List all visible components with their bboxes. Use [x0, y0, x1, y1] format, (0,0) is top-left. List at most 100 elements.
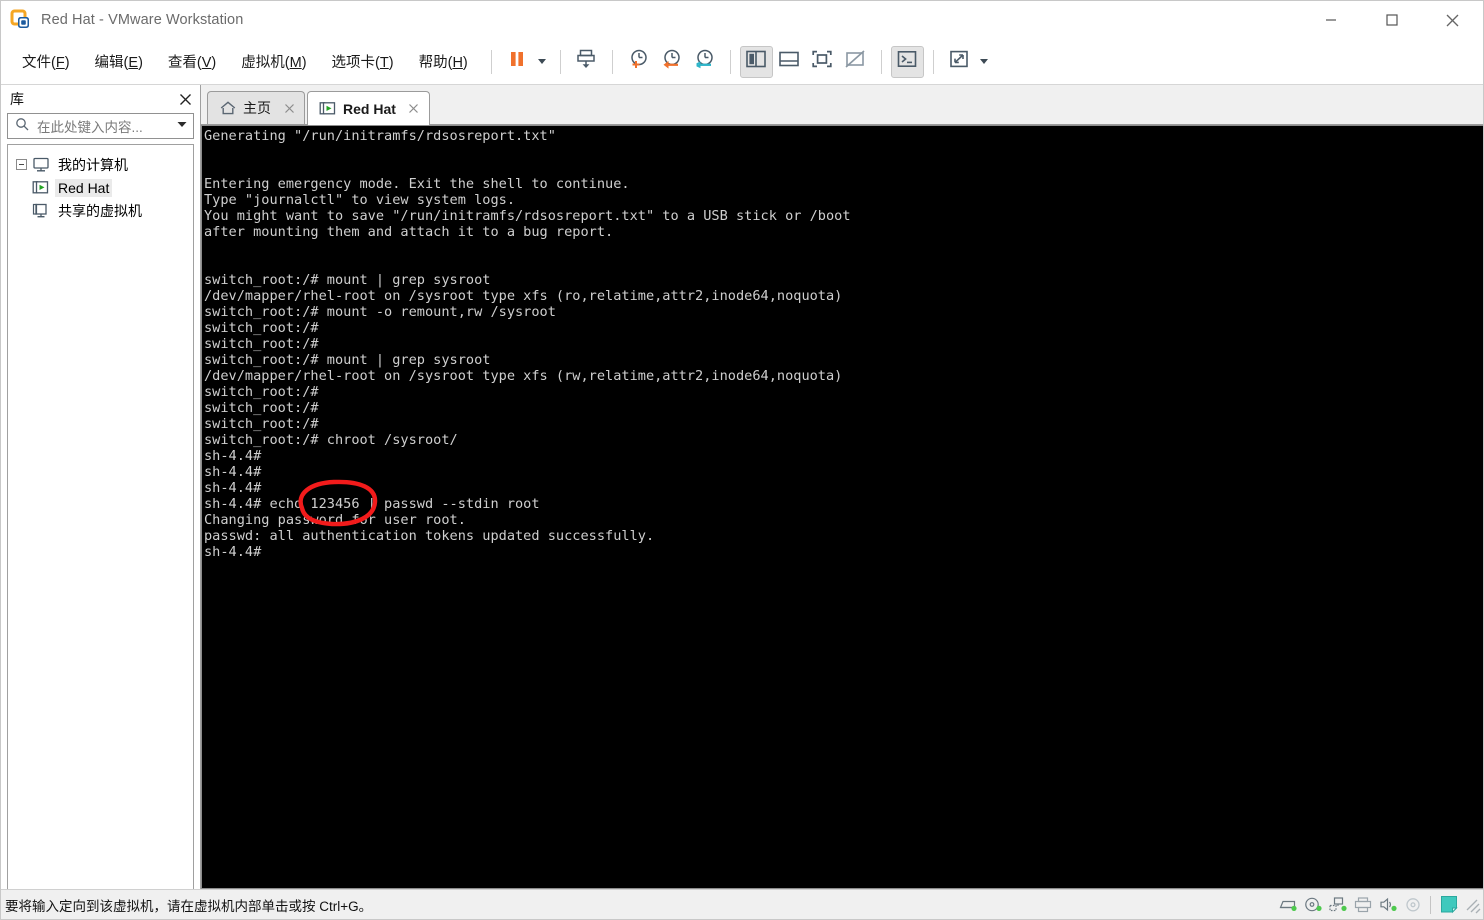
show-library-icon	[745, 49, 767, 74]
enter-fullscreen-icon	[948, 49, 970, 74]
tree-item-label: 共享的虚拟机	[58, 202, 142, 219]
home-icon	[219, 100, 237, 116]
revert-snapshot-icon	[659, 47, 683, 76]
tab-close-button[interactable]	[406, 101, 422, 117]
status-separator	[1430, 895, 1431, 914]
menu-view-text: 查看(	[167, 55, 202, 71]
library-tree: 我的计算机 Red Hat 共享的虚拟机	[7, 144, 194, 889]
minimize-button[interactable]	[1300, 1, 1361, 39]
show-console-view-button[interactable]	[806, 46, 839, 78]
tab-label: Red Hat	[343, 100, 396, 117]
suspend-icon	[506, 48, 528, 75]
status-message: 要将输入定向到该虚拟机，请在虚拟机内部单击或按 Ctrl+G。	[5, 898, 373, 914]
menu-file[interactable]: 文件(F)	[11, 47, 81, 76]
toolbar-separator	[490, 49, 492, 74]
window-controls	[1300, 1, 1483, 39]
floppy-disk-icon[interactable]	[1400, 893, 1425, 917]
menu-help[interactable]: 帮助(H)	[408, 47, 479, 76]
menu-edit-accel: E	[128, 55, 139, 71]
toolbar-separator	[611, 49, 613, 74]
show-library-button[interactable]	[739, 45, 773, 78]
search-icon	[15, 117, 29, 136]
title-bar: Red Hat - VMware Workstation	[1, 1, 1483, 39]
menu-view[interactable]: 查看(V)	[157, 47, 227, 76]
menu-help-text: 帮助(	[418, 55, 453, 71]
library-search-box[interactable]: 在此处键入内容...	[7, 113, 194, 139]
library-sidebar: 库 在此处键入内容... 我的计算机 Red Hat 共享的虚拟机	[1, 85, 201, 889]
maximize-button[interactable]	[1361, 1, 1422, 39]
show-thumbnails-icon	[778, 49, 800, 74]
expander-collapse-icon[interactable]	[16, 159, 27, 170]
close-button[interactable]	[1422, 1, 1483, 39]
menu-vm[interactable]: 虚拟机(M)	[230, 47, 317, 76]
terminal-output: Generating "/run/initramfs/rdsosreport.t…	[204, 128, 851, 560]
library-search-wrap: 在此处键入内容...	[1, 113, 200, 144]
hide-console-view-button[interactable]	[839, 46, 872, 78]
menu-file-text: 文件(	[22, 55, 56, 71]
tree-item-shared-vms[interactable]: 共享的虚拟机	[8, 199, 193, 222]
my-computer-icon	[32, 157, 50, 173]
toolbar-separator	[932, 49, 934, 74]
cd-dvd-icon[interactable]	[1300, 893, 1325, 917]
virtual-machine-running-icon	[32, 180, 50, 196]
menu-tabs-text: 选项卡(	[331, 55, 380, 71]
menu-toolbar-row: 文件(F) 编辑(E) 查看(V) 虚拟机(M) 选项卡(T) 帮助(H)	[1, 39, 1483, 85]
vm-thumbnail-icon[interactable]	[1436, 893, 1461, 917]
power-on-guest-icon	[574, 47, 598, 76]
suspend-button[interactable]	[501, 46, 534, 78]
menu-help-accel: H	[452, 55, 463, 71]
menu-vm-text: 虚拟机(	[241, 55, 290, 71]
tab-close-button[interactable]	[281, 100, 297, 116]
hard-disk-icon[interactable]	[1275, 893, 1300, 917]
show-thumbnails-button[interactable]	[773, 46, 806, 78]
status-device-icons	[1275, 893, 1483, 917]
chevron-down-icon[interactable]	[175, 117, 189, 136]
fullscreen-dropdown-button[interactable]	[976, 46, 993, 78]
tree-item-label: Red Hat	[55, 178, 113, 197]
vm-console[interactable]: Generating "/run/initramfs/rdsosreport.t…	[201, 125, 1483, 889]
console-terminal-icon	[896, 49, 918, 74]
tree-item-my-computer[interactable]: 我的计算机	[8, 153, 193, 176]
status-bar: 要将输入定向到该虚拟机，请在虚拟机内部单击或按 Ctrl+G。	[1, 889, 1483, 919]
tab-strip: 主页 Red Hat	[201, 85, 1483, 125]
window-title: Red Hat - VMware Workstation	[41, 11, 244, 28]
menu-file-accel: F	[55, 55, 65, 71]
hide-console-view-icon	[844, 49, 866, 74]
search-input[interactable]: 在此处键入内容...	[37, 116, 175, 136]
toolbar-separator	[559, 49, 561, 74]
tree-item-label: 我的计算机	[58, 156, 128, 173]
chevron-down-icon	[980, 59, 989, 64]
tab-label: 主页	[243, 100, 271, 116]
virtual-machine-running-icon	[319, 101, 337, 117]
main-body: 库 在此处键入内容... 我的计算机 Red Hat 共享的虚拟机 主页 Red…	[1, 85, 1483, 889]
snapshot-manager-button[interactable]	[688, 46, 721, 78]
tab-red-hat[interactable]: Red Hat	[307, 91, 430, 125]
suspend-dropdown-button[interactable]	[534, 46, 551, 78]
right-pane: 主页 Red Hat Generating "/run/initramfs/rd…	[201, 85, 1483, 889]
menu-edit[interactable]: 编辑(E)	[84, 47, 154, 76]
toolbar-separator	[880, 49, 882, 74]
menu-vm-accel: M	[289, 55, 302, 71]
tab-home[interactable]: 主页	[207, 91, 305, 124]
menu-tabs[interactable]: 选项卡(T)	[321, 47, 405, 76]
console-terminal-button[interactable]	[890, 45, 924, 78]
printer-icon[interactable]	[1350, 893, 1375, 917]
sound-card-icon[interactable]	[1375, 893, 1400, 917]
shared-vms-icon	[32, 203, 50, 219]
power-on-guest-button[interactable]	[570, 46, 603, 78]
vmware-workstation-window: Red Hat - VMware Workstation 文件(F) 编辑(E)…	[0, 0, 1484, 920]
take-snapshot-button[interactable]	[622, 46, 655, 78]
toolbar-separator	[729, 49, 731, 74]
tree-item-red-hat[interactable]: Red Hat	[8, 176, 193, 199]
enter-fullscreen-button[interactable]	[943, 46, 976, 78]
take-snapshot-icon	[626, 47, 650, 76]
snapshot-manager-icon	[692, 47, 716, 76]
menu-edit-text: 编辑(	[94, 55, 129, 71]
chevron-down-icon	[538, 59, 547, 64]
network-adapter-icon[interactable]	[1325, 893, 1350, 917]
library-close-button[interactable]	[176, 90, 194, 108]
revert-snapshot-button[interactable]	[655, 46, 688, 78]
library-header: 库	[1, 85, 200, 113]
menu-view-accel: V	[201, 55, 212, 71]
resize-grip-icon[interactable]	[1463, 896, 1481, 914]
